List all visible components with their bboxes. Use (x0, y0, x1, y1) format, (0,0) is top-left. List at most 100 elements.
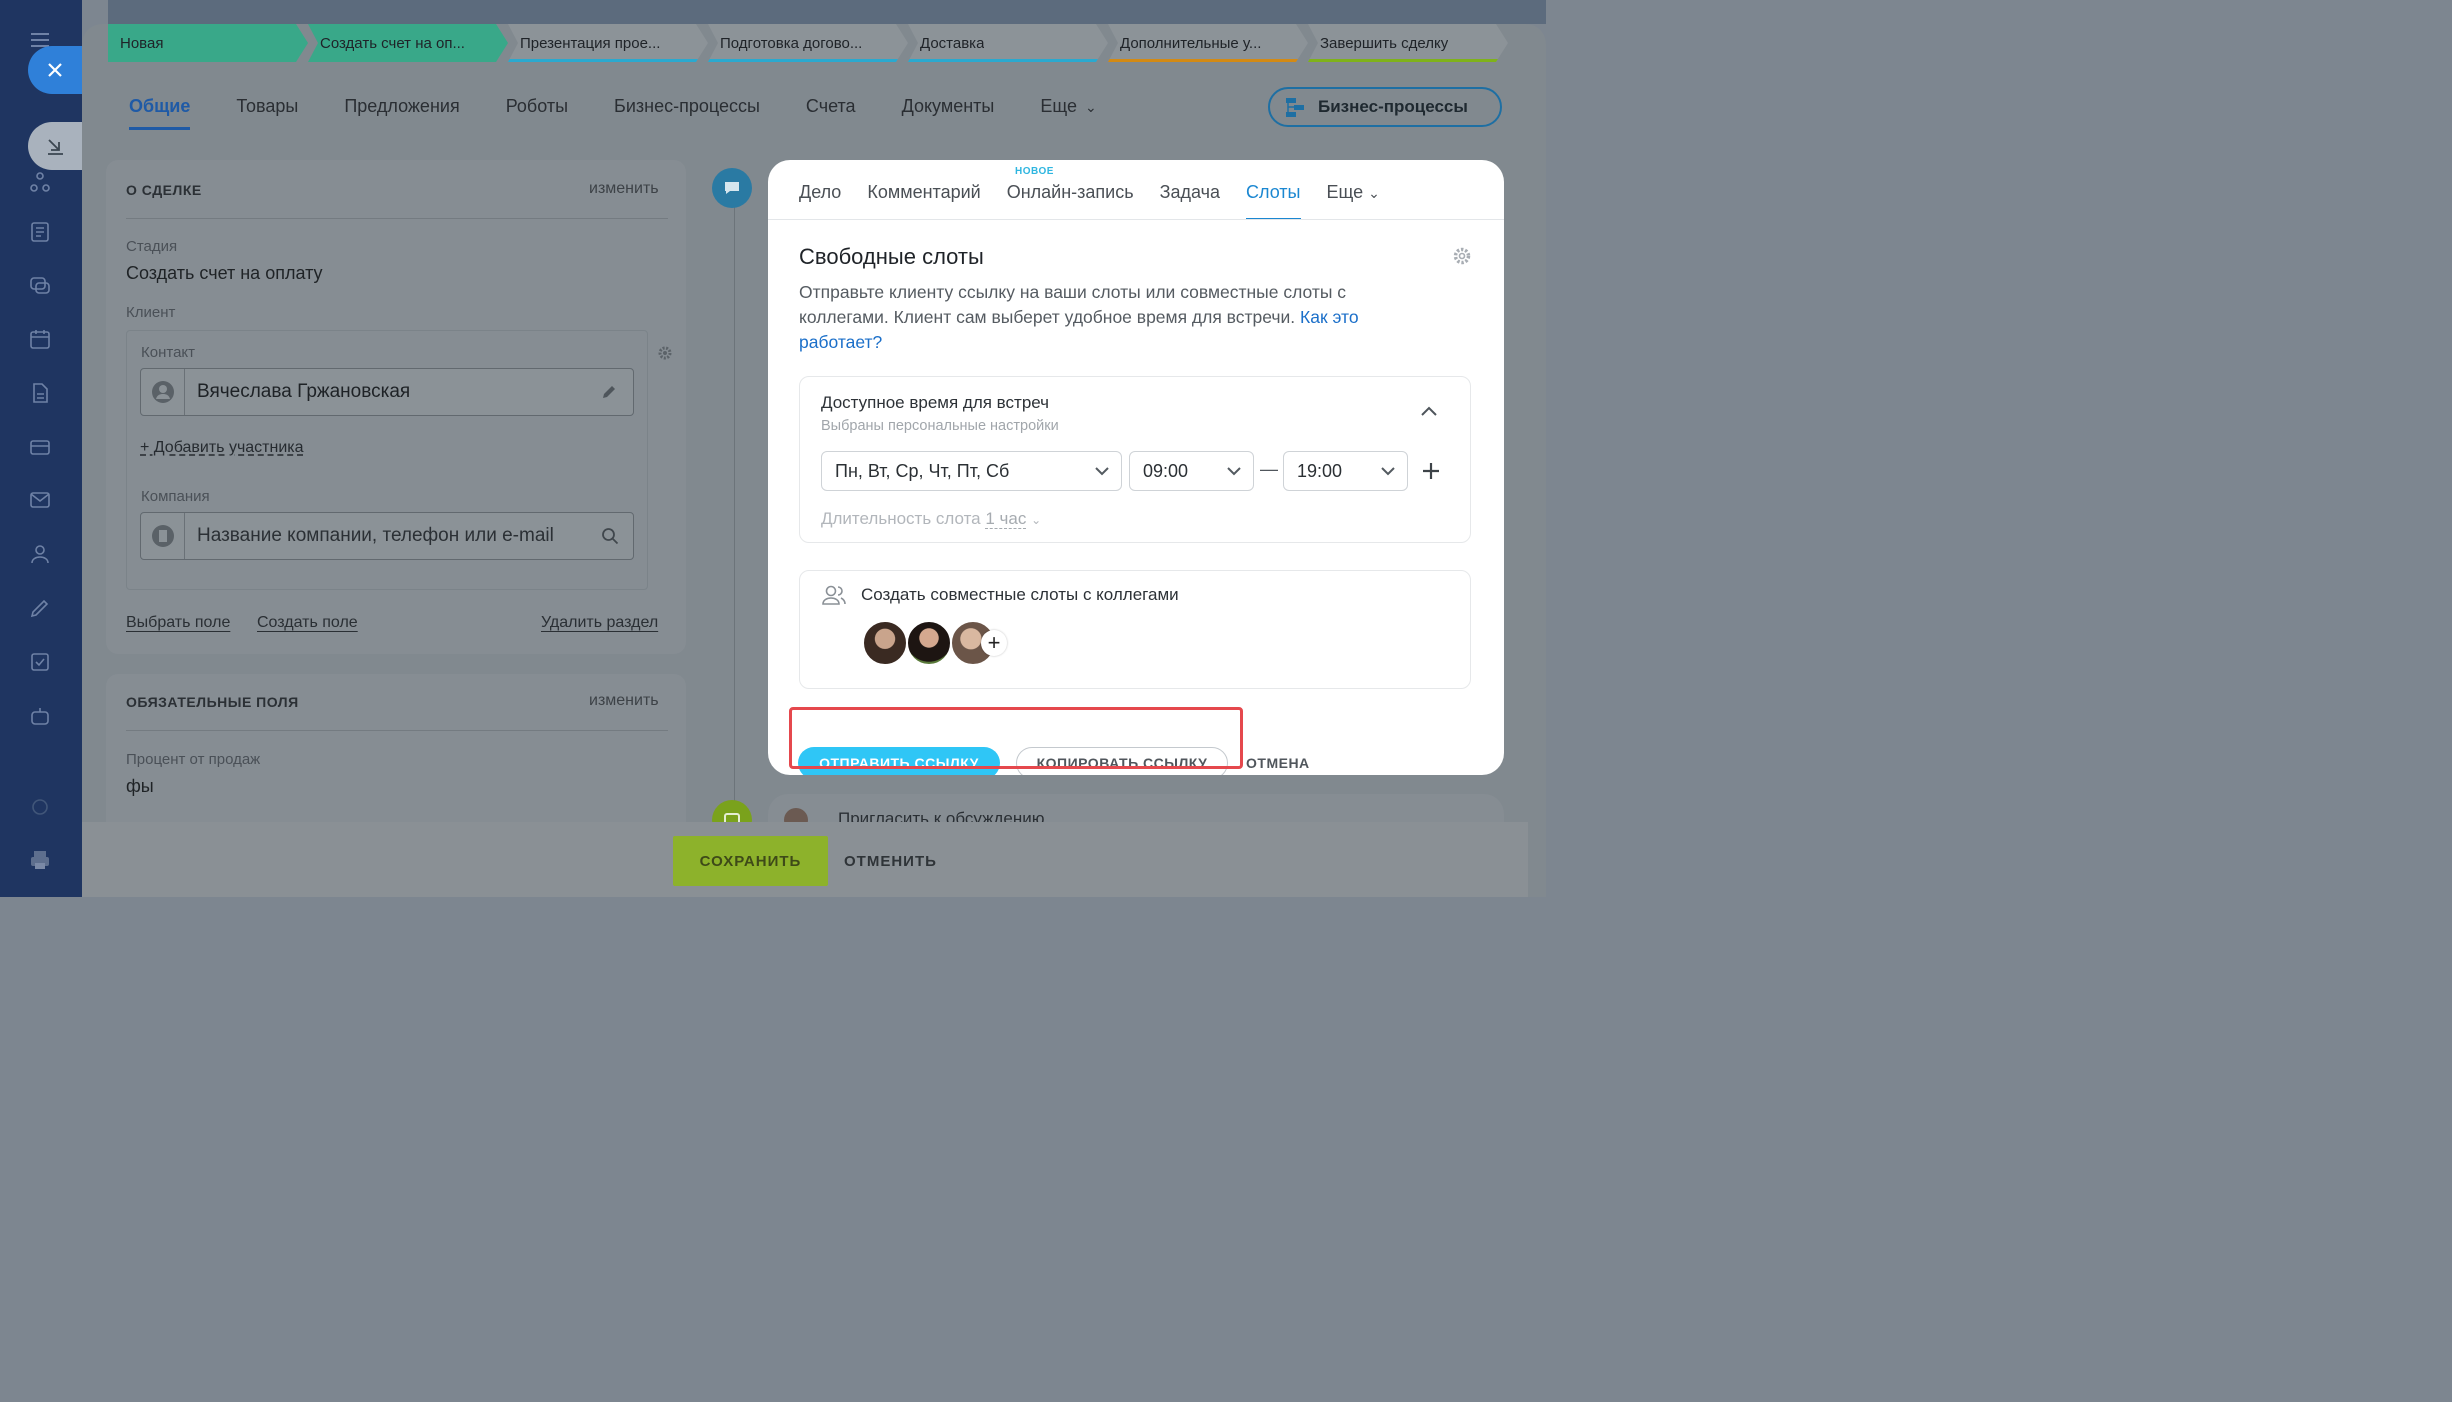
tab-robots[interactable]: Роботы (506, 96, 568, 130)
popup-description: Отправьте клиенту ссылку на ваши слоты и… (799, 280, 1439, 355)
business-processes-label: Бизнес-процессы (1318, 97, 1468, 116)
client-label: Клиент (126, 304, 176, 321)
save-button[interactable]: СОХРАНИТЬ (673, 836, 828, 886)
tab-products[interactable]: Товары (236, 96, 298, 130)
cancel-button[interactable]: ОТМЕНИТЬ (844, 853, 937, 870)
tab-online-booking[interactable]: Онлайн-запись (1007, 182, 1134, 220)
company-label: Компания (141, 488, 210, 505)
stage-value[interactable]: Создать счет на оплату (126, 263, 323, 284)
pen-icon[interactable] (28, 596, 52, 620)
slot-duration: Длительность слота 1 час ⌄ (821, 509, 1041, 529)
gear-icon[interactable] (1452, 246, 1472, 266)
card-title: О СДЕЛКЕ (126, 182, 202, 198)
available-time-subtitle: Выбраны персональные настройки (821, 418, 1059, 434)
tab-more[interactable]: Еще ⌄ (1040, 96, 1096, 130)
tab-more-label: Еще (1326, 182, 1364, 202)
chevron-down-icon: ⌄ (1031, 513, 1042, 527)
time-to-select[interactable]: 19:00 (1283, 451, 1408, 491)
stage-item[interactable]: Презентация прое... (508, 24, 708, 62)
percent-label: Процент от продаж (126, 751, 261, 768)
file-icon[interactable] (28, 381, 52, 405)
company-placeholder: Название компании, телефон или e-mail (197, 525, 554, 546)
create-field-link[interactable]: Создать поле (257, 614, 358, 632)
divider (126, 730, 668, 731)
avatar[interactable] (906, 620, 952, 666)
print-icon[interactable] (28, 848, 52, 872)
card-title: ОБЯЗАТЕЛЬНЫЕ ПОЛЯ (126, 694, 299, 710)
choose-field-link[interactable]: Выбрать поле (126, 614, 230, 632)
chevron-down-icon (1227, 467, 1241, 476)
gear-icon[interactable] (657, 345, 673, 361)
checkbox-icon[interactable] (28, 650, 52, 674)
tab-business-processes[interactable]: Бизнес-процессы (614, 96, 760, 130)
edit-link[interactable]: изменить (589, 692, 659, 710)
tab-task[interactable]: Задача (1160, 182, 1220, 220)
settings-icon[interactable] (28, 795, 52, 819)
stage-item[interactable]: Новая (108, 24, 308, 62)
divider (126, 218, 668, 219)
close-slider-button[interactable] (28, 46, 88, 94)
stage-item[interactable]: Доставка (908, 24, 1108, 62)
chat-icon[interactable] (28, 274, 52, 298)
stage-item[interactable]: Дополнительные у... (1108, 24, 1308, 62)
tab-quotes[interactable]: Предложения (344, 96, 459, 130)
close-icon (48, 63, 62, 77)
minimize-icon (48, 139, 63, 155)
add-time-range-icon[interactable] (1420, 460, 1442, 482)
tab-documents[interactable]: Документы (902, 96, 995, 130)
tab-more[interactable]: Еще ⌄ (1327, 182, 1380, 220)
tab-invoices[interactable]: Счета (806, 96, 856, 130)
calendar-icon[interactable] (28, 327, 52, 351)
stage-item[interactable]: Подготовка догово... (708, 24, 908, 62)
duration-label: Длительность слота (821, 509, 981, 528)
edit-link[interactable]: изменить (589, 180, 659, 198)
add-participant-link[interactable]: + Добавить участника (140, 439, 304, 457)
tab-general[interactable]: Общие (129, 96, 191, 130)
users-icon[interactable] (28, 542, 52, 566)
person-icon (141, 369, 185, 415)
chevron-down-icon (1095, 467, 1109, 476)
stage-label: Стадия (126, 238, 178, 255)
avatar[interactable] (862, 620, 908, 666)
time-to-value: 19:00 (1297, 460, 1343, 481)
duration-value[interactable]: 1 час (985, 509, 1027, 529)
sitemap-icon[interactable] (28, 170, 52, 194)
cancel-button[interactable]: ОТМЕНА (1246, 755, 1310, 771)
stage-bar: Новая Создать счет на оп... Презентация … (108, 24, 1508, 62)
robot-icon[interactable] (28, 704, 52, 728)
days-select[interactable]: Пн, Вт, Ср, Чт, Пт, Сб (821, 451, 1122, 491)
stage-item[interactable]: Завершить сделку (1308, 24, 1508, 62)
pencil-icon[interactable] (601, 384, 617, 400)
mail-icon[interactable] (28, 488, 52, 512)
tab-deal[interactable]: Дело (799, 182, 841, 220)
time-from-select[interactable]: 09:00 (1129, 451, 1254, 491)
available-time-box: Доступное время для встреч Выбраны персо… (799, 376, 1471, 543)
top-strip (108, 0, 1546, 24)
contact-field[interactable]: Вячеслава Гржановская (140, 368, 634, 416)
document-icon[interactable] (28, 220, 52, 244)
chevron-up-icon[interactable] (1420, 405, 1438, 417)
tab-slots[interactable]: Слоты (1245, 182, 1301, 220)
timeline-line (734, 200, 735, 840)
company-field[interactable]: Название компании, телефон или e-mail (140, 512, 634, 560)
available-time-title: Доступное время для встреч (821, 393, 1050, 412)
minimize-slider-button[interactable] (28, 122, 88, 170)
activity-tabs: Дело Комментарий Онлайн-запись Задача Сл… (799, 182, 1406, 220)
stage-item[interactable]: Создать счет на оп... (308, 24, 508, 62)
add-colleague-icon[interactable]: + (981, 630, 1007, 656)
chevron-down-icon: ⌄ (1368, 185, 1380, 201)
colleagues-title: Создать совместные слоты с коллегами (861, 585, 1179, 604)
card-icon[interactable] (28, 435, 52, 459)
bottom-bar: СОХРАНИТЬ ОТМЕНИТЬ (82, 822, 1528, 897)
delete-section-link[interactable]: Удалить раздел (541, 614, 658, 632)
percent-value[interactable]: фы (126, 776, 154, 797)
users-icon (822, 585, 846, 605)
tab-comment[interactable]: Комментарий (867, 182, 980, 220)
contact-label: Контакт (141, 344, 196, 361)
chevron-down-icon (1381, 467, 1395, 476)
time-dash: — (1260, 459, 1278, 479)
search-icon[interactable] (601, 527, 619, 545)
business-processes-button[interactable]: Бизнес-процессы (1268, 87, 1502, 127)
days-value: Пн, Вт, Ср, Чт, Пт, Сб (835, 460, 1010, 481)
highlight-frame (789, 707, 1243, 769)
